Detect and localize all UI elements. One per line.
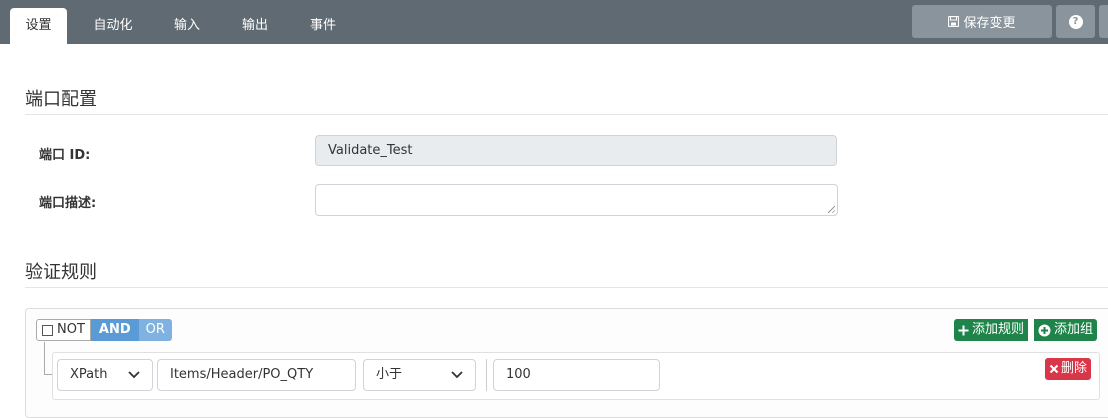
save-changes-label: 保存变更 (963, 16, 1016, 31)
add-group-button[interactable]: 添加组 (1034, 319, 1098, 341)
operator-select[interactable]: 小于 (363, 359, 476, 391)
port-id-field[interactable]: Validate_Test (315, 135, 837, 166)
tab-output[interactable]: 输出 (231, 8, 279, 44)
tab-settings[interactable]: 设置 (10, 8, 67, 44)
operator-value: 小于 (376, 367, 403, 382)
overflow-button[interactable] (1099, 5, 1108, 38)
close-icon (1049, 364, 1059, 374)
tab-events[interactable]: 事件 (299, 8, 347, 44)
help-button[interactable]: ? (1056, 5, 1095, 38)
separator (486, 359, 487, 391)
and-button[interactable]: AND (90, 319, 139, 341)
add-rule-button[interactable]: 添加规则 (954, 319, 1029, 341)
plus-icon (958, 325, 969, 335)
not-toggle[interactable]: NOT (36, 319, 91, 341)
divider (25, 287, 1108, 288)
field-type-select[interactable]: XPath (57, 359, 153, 391)
save-changes-button[interactable]: 保存变更 (912, 5, 1052, 38)
tab-automation[interactable]: 自动化 (84, 8, 142, 44)
top-nav-bar: 设置 自动化 输入 输出 事件 保存变更 ? (0, 0, 1108, 44)
add-group-label: 添加组 (1054, 322, 1094, 337)
section-title-validation-rules: 验证规则 (25, 262, 97, 283)
section-title-port-config: 端口配置 (25, 89, 97, 110)
floppy-disk-icon (948, 16, 960, 27)
not-label: NOT (57, 322, 85, 337)
or-button[interactable]: OR (138, 319, 172, 341)
question-icon: ? (1068, 14, 1083, 29)
port-desc-label: 端口描述: (39, 196, 97, 211)
plus-circle-icon (1038, 324, 1051, 336)
xpath-input[interactable]: Items/Header/PO_QTY (157, 359, 356, 391)
tab-input[interactable]: 输入 (163, 8, 211, 44)
checkbox-icon (42, 324, 53, 336)
field-type-value: XPath (70, 367, 108, 382)
chevron-down-icon (128, 371, 140, 379)
value-input[interactable]: 100 (493, 359, 660, 391)
port-desc-textarea[interactable] (315, 184, 838, 216)
group-condition-toggle: NOT AND OR (36, 319, 172, 341)
delete-label: 删除 (1061, 361, 1088, 376)
port-id-label: 端口 ID: (39, 148, 91, 163)
add-rule-label: 添加规则 (972, 322, 1025, 337)
resize-grip-icon[interactable] (828, 206, 835, 213)
delete-rule-button[interactable]: 删除 (1045, 358, 1092, 380)
chevron-down-icon (451, 371, 463, 379)
tree-connector (44, 342, 45, 374)
divider (25, 114, 1108, 115)
